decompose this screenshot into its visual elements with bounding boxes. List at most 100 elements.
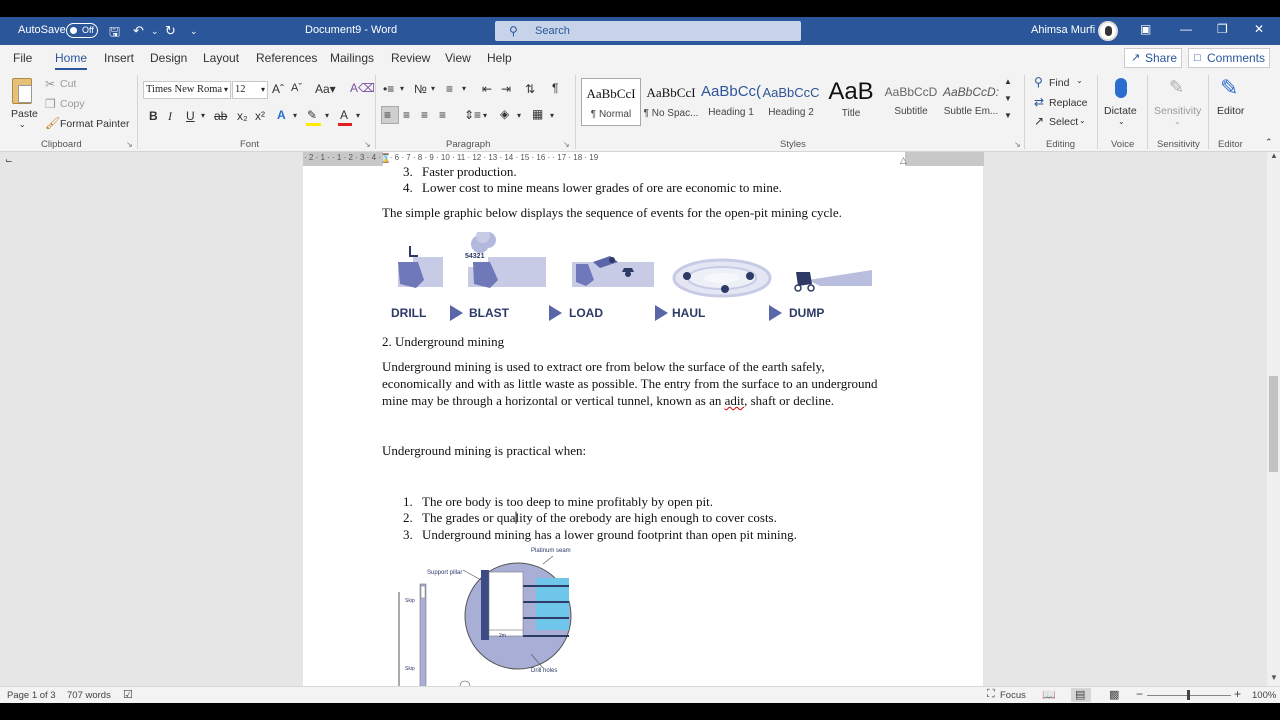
word-count[interactable]: 707 words [67,690,111,701]
paragraph-launcher-icon[interactable]: ↘ [563,140,570,149]
dictate-button[interactable]: Dictate ⌄ [1103,75,1141,133]
style-normal[interactable]: AaBbCcI ¶ Normal [581,78,641,126]
clear-formatting-icon[interactable]: A⌫ [350,81,375,95]
zoom-in-icon[interactable]: + [1234,687,1241,701]
right-indent-marker-icon[interactable]: △ [900,155,907,166]
customize-qat-icon[interactable]: ⌄ [190,26,198,37]
numbering-icon[interactable]: № [414,82,427,96]
clipboard-launcher-icon[interactable]: ↘ [126,140,133,149]
style-no-spacing[interactable]: AaBbCcI ¶ No Spac... [641,78,701,126]
vertical-scrollbar[interactable]: ▲ ▼ [1267,151,1280,686]
undo-dropdown-icon[interactable]: ⌄ [151,26,159,37]
styles-more-icon[interactable]: ▼ [1004,111,1012,120]
restore-icon[interactable]: ❐ [1217,22,1228,36]
tab-help[interactable]: Help [487,51,512,65]
comments-button[interactable]: □ Comments [1188,48,1270,68]
text-effects-icon[interactable]: A [277,108,286,122]
justify-icon[interactable]: ≡ [439,108,446,122]
line-spacing-icon[interactable]: ⇕≡ [464,108,481,122]
tab-file[interactable]: File [13,51,32,65]
shrink-font-icon[interactable]: Aˇ [291,82,302,94]
replace-button[interactable]: Replace [1049,97,1088,109]
focus-button[interactable]: Focus [1000,690,1026,701]
sensitivity-button[interactable]: ✎ Sensitivity ⌄ [1152,75,1204,133]
document-page[interactable]: 3. Faster production. 4. Lower cost to m… [303,166,983,686]
font-name-select[interactable]: Times New Roma ▾ [143,81,231,99]
format-painter-button[interactable]: Format Painter [60,118,129,130]
close-icon[interactable]: ✕ [1254,22,1264,36]
underline-icon[interactable]: U [186,109,195,123]
select-button[interactable]: Select [1049,116,1078,128]
tab-home[interactable]: Home [55,51,88,70]
page-count[interactable]: Page 1 of 3 [7,690,56,701]
font-color-dropdown-icon[interactable]: ▾ [356,111,360,120]
scroll-down-icon[interactable]: ▼ [1270,673,1278,682]
grow-font-icon[interactable]: Aˆ [272,82,284,96]
borders-icon[interactable]: ▦ [532,107,543,121]
styles-scroll-down-icon[interactable]: ▼ [1004,94,1012,103]
text-effects-dropdown-icon[interactable]: ▾ [293,111,297,120]
superscript-icon[interactable]: x² [255,109,265,123]
tab-design[interactable]: Design [150,51,187,65]
zoom-slider-thumb[interactable] [1187,690,1190,700]
shading-icon[interactable]: ◈ [500,107,509,121]
scrollbar-thumb[interactable] [1269,376,1278,472]
style-subtle-emphasis[interactable]: AaBbCcD: Subtle Em... [941,78,1001,126]
decrease-indent-icon[interactable]: ⇤ [482,82,492,96]
align-right-icon[interactable]: ≡ [421,108,428,122]
borders-dropdown-icon[interactable]: ▾ [550,111,554,120]
select-dropdown-icon[interactable]: ⌄ [1079,116,1086,125]
zoom-level[interactable]: 100% [1252,690,1276,701]
collapse-ribbon-icon[interactable]: ⌃ [1265,137,1273,148]
paste-button[interactable]: Paste ⌄ [8,75,38,131]
style-heading-2[interactable]: AaBbCcC Heading 2 [761,78,821,126]
styles-launcher-icon[interactable]: ↘ [1014,140,1021,149]
zoom-out-icon[interactable]: − [1136,687,1143,701]
tab-insert[interactable]: Insert [104,51,134,65]
web-layout-icon[interactable]: ▩ [1109,688,1119,701]
tab-layout[interactable]: Layout [203,51,239,65]
tab-selector-icon[interactable]: ⌙ [5,155,13,166]
share-button[interactable]: ↗ Share [1124,48,1182,68]
subscript-icon[interactable]: x₂ [237,109,248,123]
multilevel-dropdown-icon[interactable]: ▾ [462,84,466,93]
tab-view[interactable]: View [445,51,471,65]
autosave-toggle[interactable]: Off [66,23,98,38]
numbering-dropdown-icon[interactable]: ▾ [431,84,435,93]
strikethrough-icon[interactable]: ab [214,109,227,123]
editor-button[interactable]: ✎ Editor [1212,75,1252,133]
copy-button[interactable]: Copy [60,98,85,110]
find-dropdown-icon[interactable]: ⌄ [1076,76,1083,85]
highlight-dropdown-icon[interactable]: ▾ [325,111,329,120]
font-size-select[interactable]: 12 ▾ [232,81,268,99]
multilevel-list-icon[interactable]: ≡ [446,82,453,96]
style-title[interactable]: AaB Title [821,78,881,126]
highlight-icon[interactable]: ✎ [307,108,317,122]
redo-icon[interactable]: ↻ [165,23,176,39]
shading-dropdown-icon[interactable]: ▾ [517,111,521,120]
tab-references[interactable]: References [256,51,317,65]
avatar[interactable] [1098,21,1118,41]
undo-icon[interactable]: ↶ [133,23,144,39]
show-formatting-icon[interactable]: ¶ [552,81,558,95]
font-color-icon[interactable]: A [340,108,348,122]
bullets-icon[interactable]: •≡ [383,82,394,96]
change-case-icon[interactable]: Aa▾ [315,82,336,96]
read-mode-icon[interactable]: 📖 [1042,688,1056,701]
line-spacing-dropdown-icon[interactable]: ▾ [483,111,487,120]
font-launcher-icon[interactable]: ↘ [364,140,371,149]
ribbon-display-icon[interactable]: ▣ [1140,22,1151,36]
bold-icon[interactable]: B [149,109,158,123]
bullets-dropdown-icon[interactable]: ▾ [400,84,404,93]
spelling-error[interactable]: adit [725,393,745,408]
italic-icon[interactable]: I [168,109,172,124]
styles-scroll-up-icon[interactable]: ▲ [1004,77,1012,86]
increase-indent-icon[interactable]: ⇥ [501,82,511,96]
style-heading-1[interactable]: AaBbCc( Heading 1 [701,78,761,126]
proofing-icon[interactable]: ☑ [123,688,133,701]
style-subtitle[interactable]: AaBbCcD Subtitle [881,78,941,126]
cut-button[interactable]: Cut [60,78,76,90]
search-box[interactable]: ⚲ Search [495,21,801,41]
user-name[interactable]: Ahimsa Murfi [1031,24,1095,36]
tab-mailings[interactable]: Mailings [330,51,374,65]
